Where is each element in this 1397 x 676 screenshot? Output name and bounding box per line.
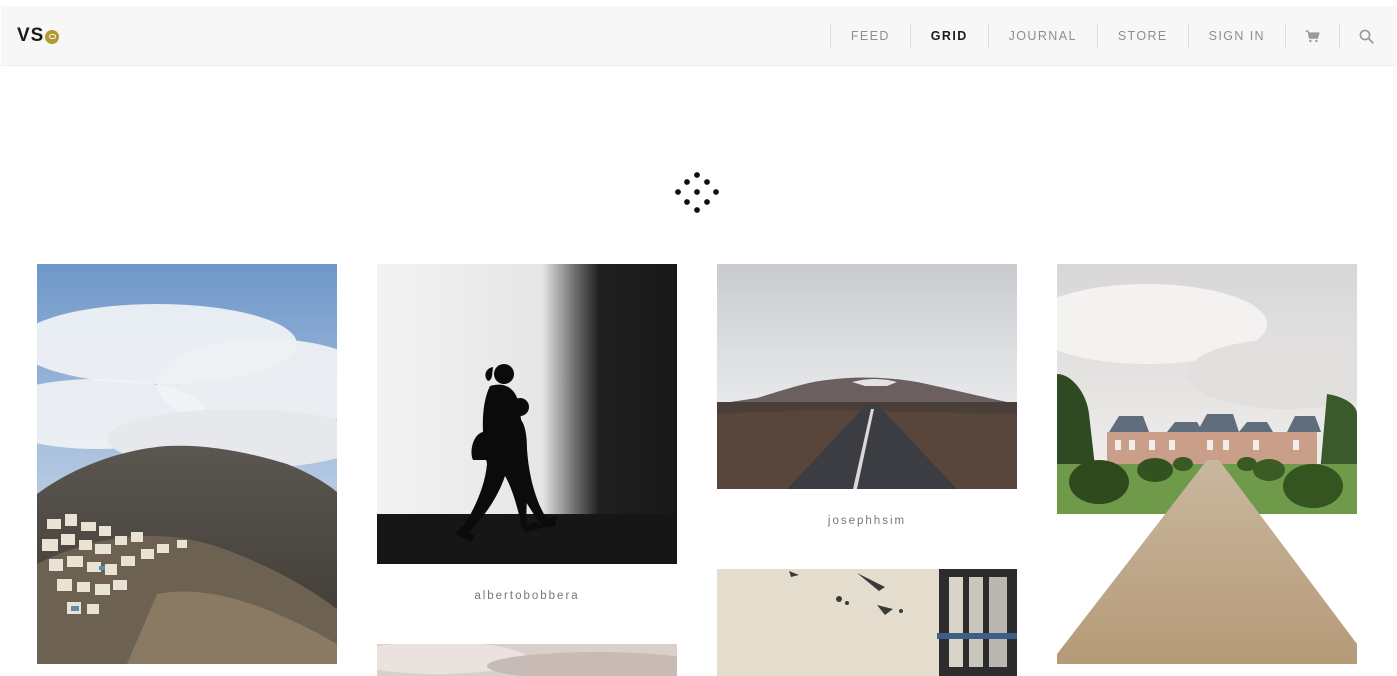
mountain-road-photo[interactable] — [717, 264, 1017, 489]
cloudy-sky-photo[interactable] — [377, 644, 677, 676]
nav-store-label: STORE — [1117, 29, 1168, 43]
loading-dots-icon — [675, 172, 719, 213]
nav-sign-in-link[interactable]: SIGN IN — [1187, 23, 1285, 49]
logo-badge-icon — [45, 29, 60, 44]
nav-sign-in-label: SIGN IN — [1208, 29, 1265, 43]
search-button[interactable] — [1339, 23, 1393, 49]
main-nav: FEED GRID JOURNAL STORE SIGN IN — [829, 23, 1393, 49]
nav-feed-label: FEED — [850, 29, 890, 43]
wall-window-photo[interactable] — [717, 569, 1017, 676]
search-icon — [1359, 29, 1374, 44]
nav-feed-link[interactable]: FEED — [829, 23, 910, 49]
cart-button[interactable] — [1285, 23, 1339, 49]
chateau-garden-photo[interactable] — [1057, 264, 1357, 664]
logo-text: VS — [17, 25, 45, 46]
top-navigation-bar: VS FEED GRID JOURNAL STORE SIGN IN — [1, 6, 1396, 66]
photo-caption-albertobobbera[interactable]: albertobobbera — [377, 590, 677, 602]
nav-grid-link[interactable]: GRID — [909, 23, 988, 49]
vsco-logo[interactable]: VS — [17, 24, 60, 48]
cart-icon — [1305, 29, 1320, 42]
photo-caption-josephhsim[interactable]: josephhsim — [717, 515, 1017, 527]
mountain-village-photo[interactable] — [37, 264, 337, 664]
nav-journal-link[interactable]: JOURNAL — [987, 23, 1097, 49]
nav-store-link[interactable]: STORE — [1096, 23, 1188, 49]
walking-silhouette-photo[interactable] — [377, 264, 677, 564]
nav-grid-label: GRID — [930, 29, 968, 43]
nav-journal-label: JOURNAL — [1008, 29, 1077, 43]
